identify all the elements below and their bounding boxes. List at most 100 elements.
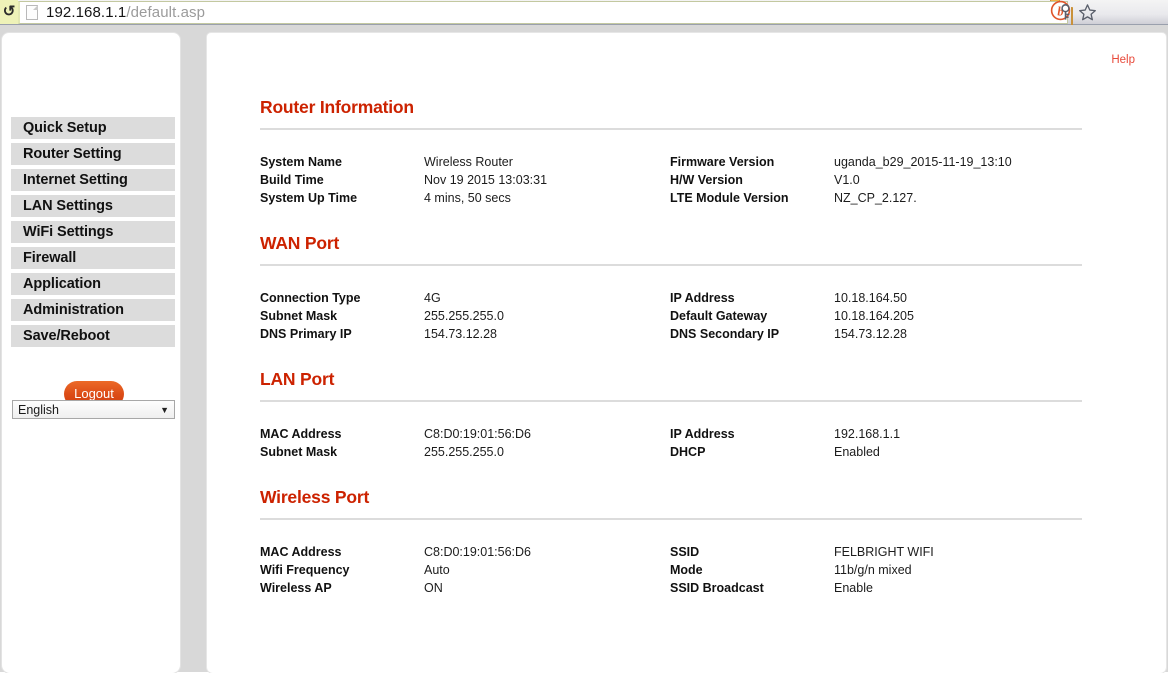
help-link[interactable]: Help	[1111, 54, 1135, 66]
field-label: Connection Type	[260, 291, 361, 305]
field-value: NZ_CP_2.127.	[834, 191, 917, 205]
key-icon[interactable]	[1056, 3, 1075, 22]
info-grid: System Name Wireless Router Firmware Ver…	[260, 155, 1135, 209]
info-row: System Up Time 4 mins, 50 secs LTE Modul…	[260, 191, 1135, 209]
field-value: 10.18.164.205	[834, 309, 914, 323]
sidebar-item-internet-setting[interactable]: Internet Setting	[11, 169, 175, 191]
info-cell: Firmware Version uganda_b29_2015-11-19_1…	[670, 155, 1082, 169]
sidebar-item-lan-settings[interactable]: LAN Settings	[11, 195, 175, 217]
info-cell: MAC Address C8:D0:19:01:56:D6	[260, 427, 670, 441]
info-cell: SSID FELBRIGHT WIFI	[670, 545, 1082, 559]
section-title: WAN Port	[260, 233, 340, 253]
field-label: Default Gateway	[670, 309, 768, 323]
field-value: 154.73.12.28	[834, 327, 907, 341]
sidebar: Quick Setup Router Setting Internet Sett…	[2, 33, 180, 673]
info-cell: MAC Address C8:D0:19:01:56:D6	[260, 545, 670, 559]
field-label: Build Time	[260, 173, 324, 187]
field-label: MAC Address	[260, 427, 342, 441]
info-cell: DNS Primary IP 154.73.12.28	[260, 327, 670, 341]
info-row: Wireless AP ON SSID Broadcast Enable	[260, 581, 1135, 599]
content-panel: Help Router Information System Name Wire…	[207, 33, 1166, 673]
field-value: 255.255.255.0	[424, 445, 504, 459]
address-bar-text: 192.168.1.1/default.asp	[46, 4, 205, 21]
sidebar-item-save-reboot[interactable]: Save/Reboot	[11, 325, 175, 347]
field-value: 4 mins, 50 secs	[424, 191, 511, 205]
field-value: V1.0	[834, 173, 860, 187]
field-label: SSID Broadcast	[670, 581, 764, 595]
section-wireless-port: Wireless Port MAC Address C8:D0:19:01:56…	[260, 487, 1135, 599]
info-cell: Subnet Mask 255.255.255.0	[260, 309, 670, 323]
field-label: IP Address	[670, 291, 735, 305]
section-title: LAN Port	[260, 369, 335, 389]
info-cell: Mode 11b/g/n mixed	[670, 563, 1082, 577]
section-divider	[260, 128, 1082, 130]
field-value: FELBRIGHT WIFI	[834, 545, 934, 559]
sidebar-item-wifi-settings[interactable]: WiFi Settings	[11, 221, 175, 243]
sidebar-item-router-setting[interactable]: Router Setting	[11, 143, 175, 165]
language-select-value: English	[18, 402, 59, 417]
field-value: Enabled	[834, 445, 880, 459]
bookmark-star-icon[interactable]	[1078, 3, 1097, 22]
field-value: Enable	[834, 581, 873, 595]
field-label: DNS Secondary IP	[670, 327, 780, 341]
info-cell: LTE Module Version NZ_CP_2.127.	[670, 191, 1082, 205]
field-value: Wireless Router	[424, 155, 513, 169]
field-value: uganda_b29_2015-11-19_13:10	[834, 155, 1012, 169]
field-value: 255.255.255.0	[424, 309, 504, 323]
page-background: Quick Setup Router Setting Internet Sett…	[0, 25, 1168, 673]
info-grid: MAC Address C8:D0:19:01:56:D6 SSID FELBR…	[260, 545, 1135, 599]
field-label: MAC Address	[260, 545, 342, 559]
language-select[interactable]: English ▼	[12, 400, 175, 419]
field-value: 11b/g/n mixed	[834, 563, 912, 577]
field-label: Subnet Mask	[260, 309, 338, 323]
field-value: C8:D0:19:01:56:D6	[424, 545, 532, 559]
reload-icon[interactable]: ↺	[2, 4, 16, 20]
field-label: Subnet Mask	[260, 445, 338, 459]
info-row: DNS Primary IP 154.73.12.28 DNS Secondar…	[260, 327, 1135, 345]
info-cell: DHCP Enabled	[670, 445, 1082, 459]
address-path: /default.asp	[126, 4, 206, 21]
info-cell: SSID Broadcast Enable	[670, 581, 1082, 595]
section-divider	[260, 400, 1082, 402]
sidebar-nav: Quick Setup Router Setting Internet Sett…	[11, 117, 175, 351]
info-row: Connection Type 4G IP Address 10.18.164.…	[260, 291, 1135, 309]
section-title: Router Information	[260, 97, 414, 117]
field-label: Wireless AP	[260, 581, 332, 595]
info-cell: Default Gateway 10.18.164.205	[670, 309, 1082, 323]
info-row: MAC Address C8:D0:19:01:56:D6 SSID FELBR…	[260, 545, 1135, 563]
info-row: Wifi Frequency Auto Mode 11b/g/n mixed	[260, 563, 1135, 581]
field-value: Nov 19 2015 13:03:31	[424, 173, 548, 187]
browser-toolbar: ↺ 192.168.1.1/default.asp b	[0, 0, 1168, 26]
field-label: DHCP	[670, 445, 706, 459]
info-cell: Wifi Frequency Auto	[260, 563, 670, 577]
info-cell: Connection Type 4G	[260, 291, 670, 305]
field-label: Wifi Frequency	[260, 563, 350, 577]
browser-toolbar-buttons: b	[1050, 0, 1168, 26]
info-cell: Wireless AP ON	[260, 581, 670, 595]
info-grid: MAC Address C8:D0:19:01:56:D6 IP Address…	[260, 427, 1135, 463]
browser-tab-strip[interactable]: ↺	[0, 0, 18, 24]
field-label: Firmware Version	[670, 155, 775, 169]
section-wan-port: WAN Port Connection Type 4G IP Address 1…	[260, 233, 1135, 345]
field-label: SSID	[670, 545, 700, 559]
field-label: System Up Time	[260, 191, 358, 205]
field-label: LTE Module Version	[670, 191, 789, 205]
sidebar-item-administration[interactable]: Administration	[11, 299, 175, 321]
info-cell: IP Address 10.18.164.50	[670, 291, 1082, 305]
page-document-icon	[26, 5, 38, 20]
info-row: Subnet Mask 255.255.255.0 DHCP Enabled	[260, 445, 1135, 463]
section-divider	[260, 264, 1082, 266]
sidebar-item-firewall[interactable]: Firewall	[11, 247, 175, 269]
sidebar-item-application[interactable]: Application	[11, 273, 175, 295]
sidebar-item-quick-setup[interactable]: Quick Setup	[11, 117, 175, 139]
field-label: System Name	[260, 155, 342, 169]
field-value: 4G	[424, 291, 441, 305]
section-lan-port: LAN Port MAC Address C8:D0:19:01:56:D6 I…	[260, 369, 1135, 463]
field-value: ON	[424, 581, 443, 595]
info-cell: Subnet Mask 255.255.255.0	[260, 445, 670, 459]
address-bar[interactable]: 192.168.1.1/default.asp	[18, 1, 1068, 24]
chevron-down-icon: ▼	[160, 404, 169, 415]
field-value: 154.73.12.28	[424, 327, 497, 341]
section-router-information: Router Information System Name Wireless …	[260, 97, 1135, 209]
address-host: 192.168.1.1	[46, 4, 127, 21]
